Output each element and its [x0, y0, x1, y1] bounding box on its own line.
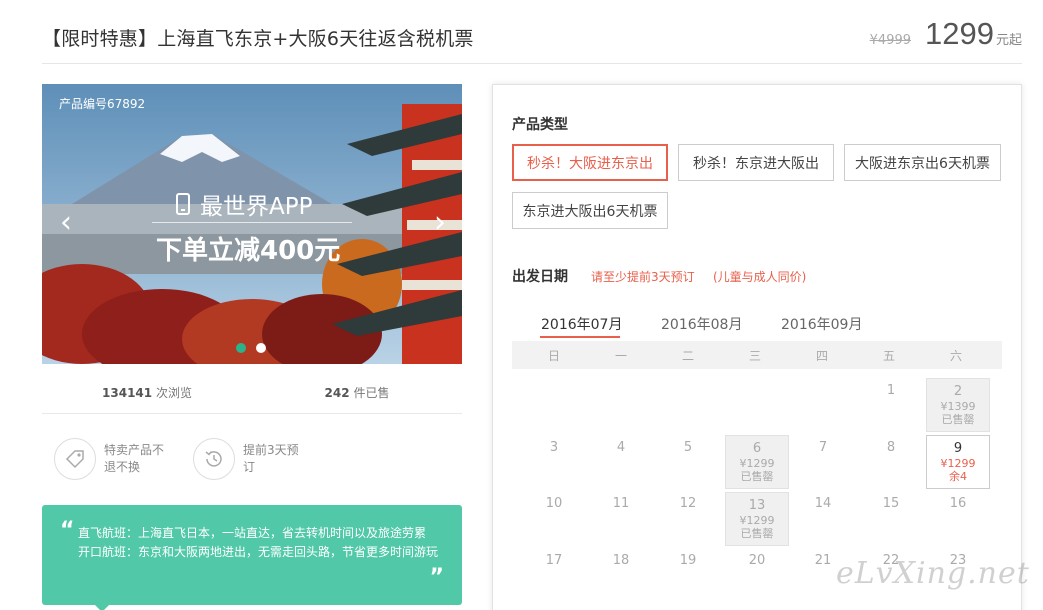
- booking-panel: 产品类型 秒杀！大阪进东京出 秒杀！东京进大阪出 大阪进东京出6天机票 东京进大…: [492, 84, 1022, 610]
- calendar-day: 19: [679, 553, 697, 568]
- calendar-day: 17: [545, 553, 563, 568]
- carousel-dots: [236, 343, 266, 353]
- calendar-day: 3: [549, 440, 559, 455]
- sold-count: 242: [324, 386, 350, 400]
- promo-app: 最世界APP: [176, 187, 312, 221]
- current-price: 1299: [925, 16, 994, 51]
- header-divider: [42, 63, 1022, 64]
- quote-open-icon: “: [60, 518, 75, 543]
- calendar-day: 18: [612, 553, 630, 568]
- day-remaining: 余4: [949, 470, 967, 483]
- calendar-day: 12: [679, 496, 697, 511]
- feature-advance: 提前3天预订: [193, 438, 303, 480]
- notice-pointer: [94, 604, 110, 610]
- sold-stat: 242 件已售: [252, 376, 462, 413]
- chevron-left-icon[interactable]: ‹: [56, 206, 76, 240]
- type-option-tokyo-in-osaka-out-6day[interactable]: 东京进大阪出6天机票: [512, 192, 668, 229]
- phone-icon: [176, 193, 190, 215]
- day-number: 9: [953, 441, 963, 456]
- day-price: ¥1399: [940, 400, 976, 413]
- weekday-sun: 日: [547, 349, 560, 363]
- day-number: 2: [953, 384, 963, 399]
- notice-open-jaw: 开口航班：东京和大阪两地进出，无需走回头路，节省更多时间游玩: [78, 545, 439, 559]
- type-option-tokyo-in-osaka-out-flash[interactable]: 秒杀！东京进大阪出: [678, 144, 834, 181]
- promo-app-text: 最世界APP: [200, 194, 313, 220]
- carousel-dot-1[interactable]: [236, 343, 246, 353]
- day-status: 已售罄: [941, 413, 975, 426]
- promo-divider: [152, 222, 352, 223]
- departure-date-label: 出发日期: [512, 269, 568, 285]
- banner-carousel[interactable]: 产品编号67892 最世界APP 下单立减400元 ‹ ›: [42, 84, 462, 364]
- weekday-fri: 五: [882, 349, 895, 363]
- feature-advance-text: 提前3天预订: [243, 443, 299, 474]
- price-unit: 元起: [995, 33, 1022, 48]
- feature-no-refund: 特卖产品不退不换: [54, 438, 170, 480]
- advance-booking-note: 请至少提前3天预订: [591, 270, 695, 284]
- calendar-day: 4: [616, 440, 626, 455]
- page-title: 【限时特惠】上海直飞东京+大阪6天往返含税机票: [42, 28, 474, 50]
- weekday-tue: 二: [681, 349, 694, 363]
- sold-label: 件已售: [353, 386, 390, 400]
- carousel-dot-2[interactable]: [256, 343, 266, 353]
- views-label: 次浏览: [155, 386, 192, 400]
- day-price: ¥1299: [739, 514, 775, 527]
- calendar-day: 1: [886, 383, 896, 398]
- calendar-day: 5: [683, 440, 693, 455]
- calendar-day: 7: [818, 440, 828, 455]
- calendar-day: 10: [545, 496, 563, 511]
- day-status: 已售罄: [740, 470, 774, 483]
- child-price-note: (儿童与成人同价): [713, 270, 807, 284]
- tag-icon: [54, 438, 96, 480]
- month-tab-2016-09[interactable]: 2016年09月: [781, 314, 862, 334]
- calendar-day-soldout[interactable]: 2 ¥1399 已售罄: [926, 378, 990, 432]
- feature-no-refund-text: 特卖产品不退不换: [104, 443, 165, 474]
- calendar-day: 14: [814, 496, 832, 511]
- quote-close-icon: ”: [429, 565, 444, 590]
- weekday-sat: 六: [949, 349, 962, 363]
- views-count: 134141: [102, 386, 153, 400]
- price-area: ¥4999 1299 元起: [870, 16, 1022, 52]
- day-price: ¥1299: [940, 457, 976, 470]
- calendar-day: 11: [612, 496, 630, 511]
- flight-notice: “ 直飞航班：上海直飞日本，一站直达，省去转机时间以及旅途劳累 开口航班：东京和…: [42, 505, 462, 605]
- calendar-day-soldout[interactable]: 6 ¥1299 已售罄: [725, 435, 789, 489]
- calendar-day-soldout[interactable]: 13 ¥1299 已售罄: [725, 492, 789, 546]
- product-id: 产品编号67892: [59, 97, 146, 111]
- promo-discount: 下单立减400元: [156, 236, 341, 266]
- month-tab-2016-08[interactable]: 2016年08月: [661, 314, 742, 334]
- day-price: ¥1299: [739, 457, 775, 470]
- notice-direct: 直飞航班：上海直飞日本，一站直达，省去转机时间以及旅途劳累: [78, 526, 427, 540]
- product-type-label: 产品类型: [512, 117, 568, 133]
- views-stat: 134141 次浏览: [42, 376, 252, 413]
- calendar-day: 8: [886, 440, 896, 455]
- product-stats: 134141 次浏览 242 件已售: [42, 376, 462, 414]
- month-tab-2016-07[interactable]: 2016年07月: [541, 314, 622, 334]
- type-option-osaka-in-tokyo-out-flash[interactable]: 秒杀！大阪进东京出: [512, 144, 668, 181]
- month-active-indicator: [540, 336, 620, 338]
- type-option-osaka-in-tokyo-out-6day[interactable]: 大阪进东京出6天机票: [844, 144, 1001, 181]
- calendar-day: 20: [748, 553, 766, 568]
- weekday-mon: 一: [614, 349, 627, 363]
- calendar-day: 15: [882, 496, 900, 511]
- weekday-thu: 四: [815, 349, 828, 363]
- weekday-wed: 三: [748, 349, 761, 363]
- day-number: 13: [748, 498, 766, 513]
- history-icon: [193, 438, 235, 480]
- original-price: ¥4999: [869, 33, 912, 48]
- banner-image: [42, 84, 462, 364]
- calendar-day: 16: [949, 496, 967, 511]
- day-number: 6: [752, 441, 762, 456]
- weekday-header: 日 一 二 三 四 五 六: [512, 341, 1002, 369]
- watermark: eLvXing.net: [836, 556, 1030, 591]
- calendar-day-available[interactable]: 9 ¥1299 余4: [926, 435, 990, 489]
- chevron-right-icon[interactable]: ›: [430, 206, 450, 240]
- day-status: 已售罄: [740, 527, 774, 540]
